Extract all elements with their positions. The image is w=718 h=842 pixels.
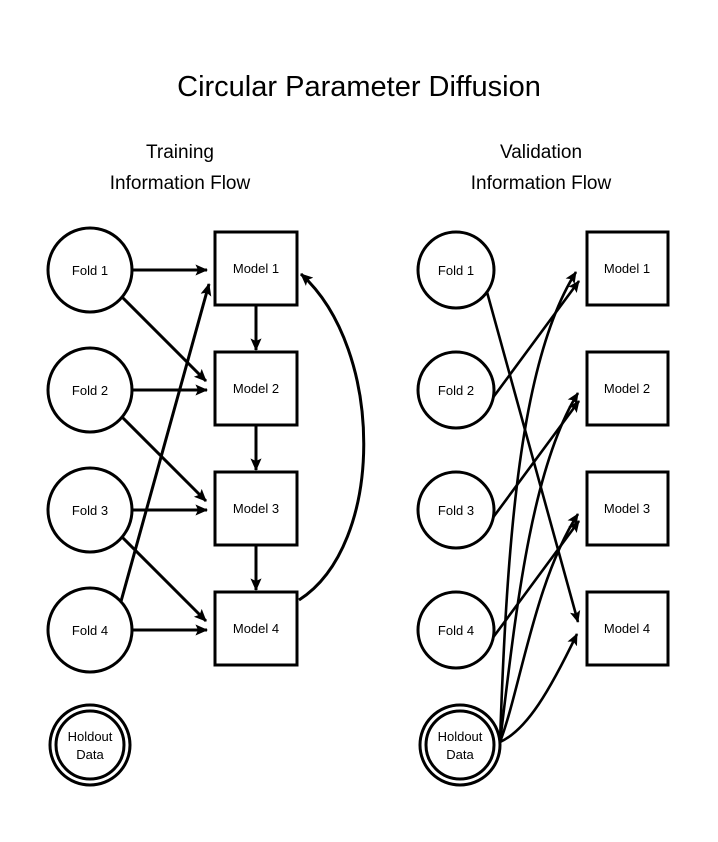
train-fold-2-label: Fold 2	[72, 383, 108, 398]
training-panel-heading-line2: Information Flow	[110, 173, 251, 194]
figure-title: Circular Parameter Diffusion	[177, 71, 541, 103]
validation-panel-heading-line1: Validation	[500, 142, 582, 163]
val-fold-2-label: Fold 2	[438, 383, 474, 398]
train-model-1-label: Model 1	[233, 261, 279, 276]
train-holdout-label-line2: Data	[76, 747, 104, 762]
val-model-3-label: Model 3	[604, 501, 650, 516]
train-holdout-inner-circle	[54, 709, 126, 781]
val-holdout-label-line2: Data	[446, 747, 474, 762]
val-fold-4[interactable]: Fold 4	[416, 590, 496, 670]
train-fold-1[interactable]: Fold 1	[46, 226, 134, 314]
train-fold-3[interactable]: Fold 3	[46, 466, 134, 554]
train-model-3[interactable]: Model 3	[213, 470, 299, 547]
train-holdout[interactable]: Holdout Data	[48, 703, 132, 787]
train-fold-3-label: Fold 3	[72, 503, 108, 518]
val-fold-3-label: Fold 3	[438, 503, 474, 518]
val-fold-2[interactable]: Fold 2	[416, 350, 496, 430]
val-holdout-label-line1: Holdout	[438, 729, 483, 744]
val-model-2[interactable]: Model 2	[585, 350, 670, 427]
validation-panel-heading-line2: Information Flow	[471, 173, 612, 194]
val-model-1[interactable]: Model 1	[585, 230, 670, 307]
val-fold-1[interactable]: Fold 1	[416, 230, 496, 310]
train-fold-4-label: Fold 4	[72, 623, 108, 638]
val-model-4-label: Model 4	[604, 621, 650, 636]
val-holdout[interactable]: Holdout Data	[418, 703, 502, 787]
train-holdout-label-line1: Holdout	[68, 729, 113, 744]
train-model-4[interactable]: Model 4	[213, 590, 299, 667]
train-fold-1-label: Fold 1	[72, 263, 108, 278]
train-fold-2[interactable]: Fold 2	[46, 346, 134, 434]
diagram-root: Circular Parameter Diffusion Training In…	[0, 0, 718, 842]
val-model-3[interactable]: Model 3	[585, 470, 670, 547]
val-model-2-label: Model 2	[604, 381, 650, 396]
train-model-2-label: Model 2	[233, 381, 279, 396]
val-fold-1-label: Fold 1	[438, 263, 474, 278]
train-model-4-label: Model 4	[233, 621, 279, 636]
train-model-3-label: Model 3	[233, 501, 279, 516]
train-model-1[interactable]: Model 1	[213, 230, 299, 307]
val-fold-3[interactable]: Fold 3	[416, 470, 496, 550]
train-model-2[interactable]: Model 2	[213, 350, 299, 427]
val-holdout-inner-circle	[424, 709, 496, 781]
val-model-1-label: Model 1	[604, 261, 650, 276]
val-model-4[interactable]: Model 4	[585, 590, 670, 667]
train-fold-4[interactable]: Fold 4	[46, 586, 134, 674]
training-panel-heading-line1: Training	[146, 142, 214, 163]
diagram-canvas: Circular Parameter Diffusion Training In…	[0, 0, 718, 842]
val-fold-4-label: Fold 4	[438, 623, 474, 638]
